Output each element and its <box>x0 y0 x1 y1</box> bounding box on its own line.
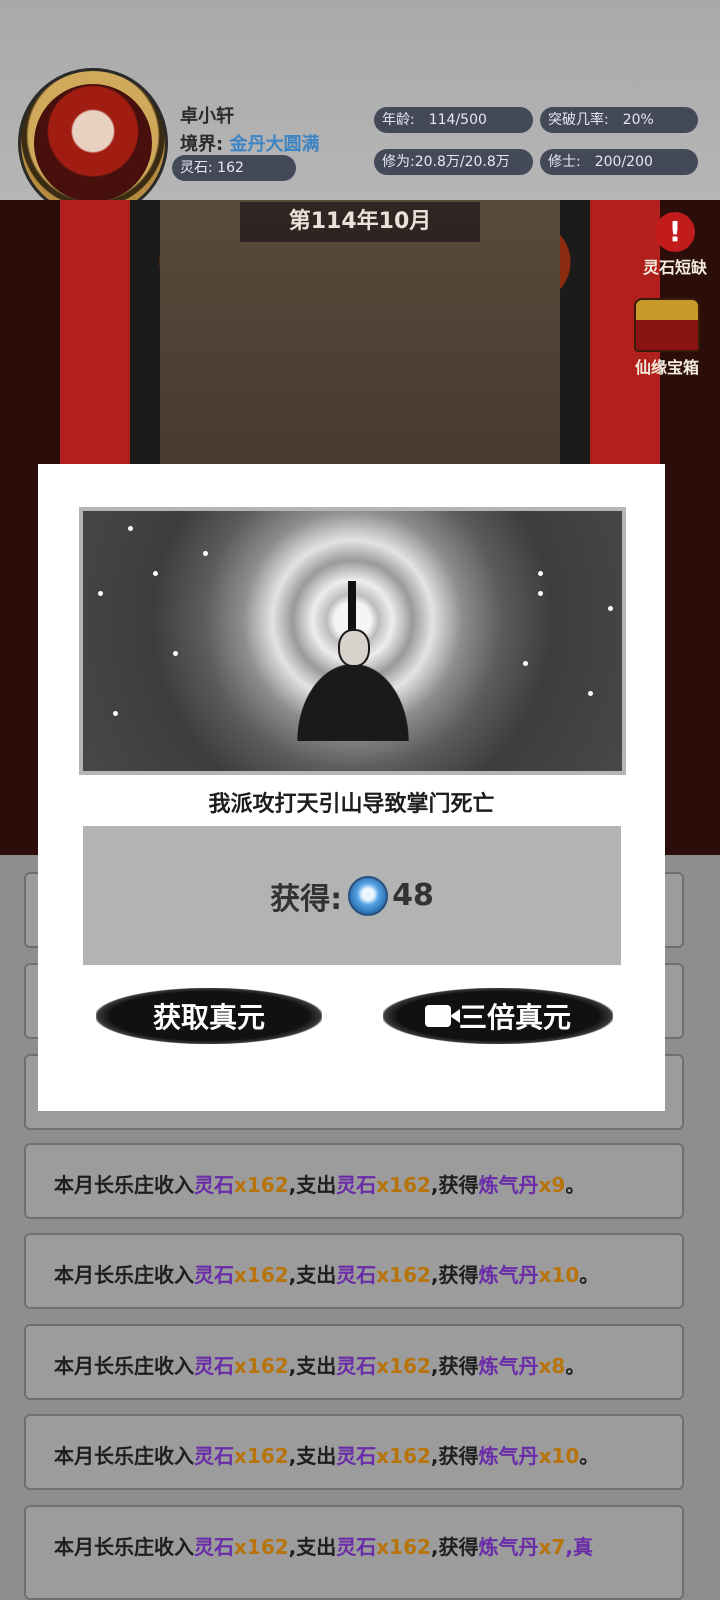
cultivators-label: 修士: <box>548 154 581 170</box>
breakthrough-pill: 突破几率: 20% <box>540 107 698 133</box>
triple-essence-video-button[interactable]: 三倍真元 <box>383 988 613 1044</box>
cultivators-value: 200/200 <box>594 154 653 170</box>
realm-label: 境界: <box>180 134 224 155</box>
reward-label: 获得: <box>270 881 343 917</box>
log-text: 本月长乐庄收入灵石x162,支出灵石x162,获得炼气丹x10。 <box>54 1263 600 1287</box>
age-pill: 年龄: 114/500 <box>374 107 533 133</box>
list-item: 本月长乐庄收入灵石x162,支出灵石x162,获得炼气丹x8。 <box>24 1324 684 1400</box>
treasure-chest-icon <box>634 298 700 352</box>
spirit-stone-pill: 灵石: 162 <box>172 155 296 181</box>
log-text: 本月长乐庄收入灵石x162,支出灵石x162,获得炼气丹x7,真 <box>54 1535 593 1559</box>
list-item: 本月长乐庄收入灵石x162,支出灵石x162,获得炼气丹x10。 <box>24 1233 684 1309</box>
realm-value: 金丹大圆满 <box>229 134 320 155</box>
date-banner: 第114年10月 <box>240 202 480 242</box>
event-dialog: 我派攻打天引山导致掌门死亡 获得: 48 获取真元 三倍真元 <box>38 464 665 1111</box>
event-description: 我派攻打天引山导致掌门死亡 <box>208 792 495 817</box>
claim-label: 获取真元 <box>152 1001 265 1034</box>
cultivation-text: 修为:20.8万/20.8万 <box>382 154 510 170</box>
reward-panel: 获得: 48 <box>83 826 621 965</box>
log-text: 本月长乐庄收入灵石x162,支出灵石x162,获得炼气丹x10。 <box>54 1444 600 1468</box>
spirit-stone-shortage-button[interactable]: ! 灵石短缺 <box>630 212 720 278</box>
player-realm: 境界: 金丹大圆满 <box>180 130 319 156</box>
breakthrough-value: 20% <box>622 112 654 128</box>
list-item: 本月长乐庄收入灵石x162,支出灵石x162,获得炼气丹x7,真 <box>24 1505 684 1600</box>
claim-essence-button[interactable]: 获取真元 <box>96 988 322 1044</box>
reward-amount: 48 <box>392 878 434 913</box>
fortune-chest-button[interactable]: 仙缘宝箱 <box>622 298 712 378</box>
figure-topknot <box>348 581 356 631</box>
log-text: 本月长乐庄收入灵石x162,支出灵石x162,获得炼气丹x9。 <box>54 1173 586 1197</box>
log-text: 本月长乐庄收入灵石x162,支出灵石x162,获得炼气丹x8。 <box>54 1354 586 1378</box>
shortage-label: 灵石短缺 <box>642 258 707 277</box>
avatar[interactable] <box>34 84 152 202</box>
breakthrough-label: 突破几率: <box>548 112 609 128</box>
video-icon <box>424 1005 460 1027</box>
cultivators-pill: 修士: 200/200 <box>540 149 698 175</box>
event-illustration <box>79 507 626 775</box>
list-item: 本月长乐庄收入灵石x162,支出灵石x162,获得炼气丹x9。 <box>24 1143 684 1219</box>
chest-label: 仙缘宝箱 <box>634 358 699 377</box>
alert-icon: ! <box>655 212 695 252</box>
true-essence-icon <box>348 875 389 916</box>
list-item: 本月长乐庄收入灵石x162,支出灵石x162,获得炼气丹x10。 <box>24 1414 684 1490</box>
age-value: 114/500 <box>428 112 487 128</box>
triple-label: 三倍真元 <box>458 1001 571 1034</box>
spirit-stone-text: 灵石: 162 <box>180 160 244 176</box>
cultivation-pill: 修为:20.8万/20.8万 <box>374 149 533 175</box>
age-label: 年龄: <box>382 112 415 128</box>
player-name: 卓小轩 <box>180 106 234 127</box>
figure-head <box>338 629 370 667</box>
